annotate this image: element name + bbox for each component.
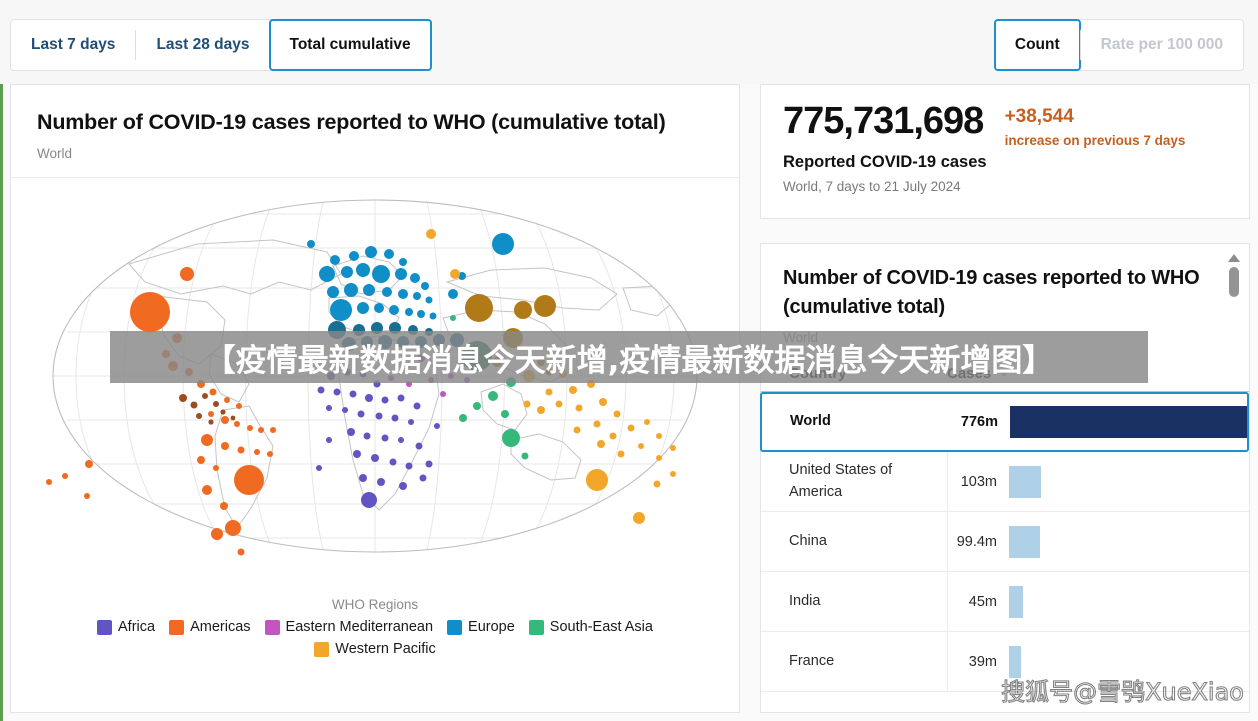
tab-total-cumulative[interactable]: Total cumulative [268,19,432,71]
legend-item-south-east-asia[interactable]: South-East Asia [528,619,653,636]
measure-tab-group: Count Rate per 100 000 [993,19,1244,71]
table-body: World 776m United States of America 103m… [760,392,1249,692]
column-header-country[interactable]: Country [789,365,947,382]
legend-swatch-south-east-asia [528,619,544,635]
country-table-card: Number of COVID-19 cases reported to WHO… [760,243,1250,713]
row-column-divider [947,572,948,631]
map-card-title: Number of COVID-19 cases reported to WHO… [37,110,666,134]
legend-swatch-europe [447,619,463,635]
scrollbar-thumb[interactable] [1228,267,1239,297]
tab-last-7-days[interactable]: Last 7 days [10,19,136,71]
row-cases: 45m [968,593,997,610]
row-bar-wrap [1009,465,1249,498]
row-bar-wrap [1009,645,1249,678]
row-column-divider [947,512,948,571]
row-bar-wrap [1010,406,1247,438]
table-column-header: Country Cases [761,355,1249,392]
page-left-accent [0,0,3,721]
stat-delta-block: +38,544 increase on previous 7 days [1005,102,1186,148]
row-country: France [789,652,835,669]
legend-item-eastern-mediterranean[interactable]: Eastern Mediterranean [264,619,434,636]
legend-item-americas[interactable]: Americas [169,619,251,636]
column-header-cases[interactable]: Cases [947,365,1011,382]
row-country: World [790,413,831,430]
legend-row-1: Africa Americas Eastern Mediterranean Eu… [11,619,739,635]
tab-last-28-days[interactable]: Last 28 days [135,19,270,71]
row-bar [1010,406,1247,438]
stat-card: 775,731,698 Reported COVID-19 cases Worl… [760,84,1250,219]
row-bar [1009,645,1021,678]
legend-label-south-east-asia: South-East Asia [549,619,653,636]
row-country: India [789,592,821,609]
legend-label-western-pacific: Western Pacific [335,641,436,658]
row-cases: 776m [960,414,998,430]
row-bar [1009,525,1040,558]
tab-count[interactable]: Count [993,19,1081,71]
row-cases: 39m [968,653,997,670]
table-row[interactable]: China 99.4m [761,512,1249,572]
tab-rate-per-100000[interactable]: Rate per 100 000 [1080,19,1244,71]
table-row[interactable]: France 39m [761,632,1249,692]
row-bar-wrap [1009,585,1249,618]
legend-title: WHO Regions [331,597,419,613]
stat-primary: 775,731,698 Reported COVID-19 cases Worl… [783,102,987,194]
scroll-up-arrow-icon[interactable] [1227,254,1240,262]
legend-item-africa[interactable]: Africa [97,619,155,635]
row-bar [1009,585,1023,618]
row-column-divider [947,632,948,691]
map-card-subtitle: World [37,146,73,162]
table-row[interactable]: India 45m [761,572,1249,632]
stat-scope: World, 7 days to 21 July 2024 [783,179,961,194]
world-map-svg[interactable] [11,178,739,578]
legend-swatch-americas [169,619,185,635]
map-card-header: Number of COVID-19 cases reported to WHO… [11,85,739,179]
map-body[interactable]: WHO Regions Africa Americas Eastern Medi… [11,178,739,671]
stat-value: 775,731,698 [783,100,984,142]
table-row[interactable]: World 776m [760,392,1249,452]
row-country: United States of America [789,462,893,500]
table-row[interactable]: United States of America 103m [761,452,1249,512]
row-bar [1009,465,1041,498]
sort-descending-icon[interactable] [998,370,1011,377]
row-column-divider [947,452,948,511]
row-cases: 99.4m [956,533,997,550]
table-card-title: Number of COVID-19 cases reported to WHO… [783,267,1200,318]
toolbar: Last 7 days Last 28 days Total cumulativ… [0,0,1258,84]
stat-label: Reported COVID-19 cases [783,153,987,171]
row-country: China [789,532,827,549]
row-bar-wrap [1009,525,1249,558]
legend-item-europe[interactable]: Europe [447,619,515,635]
legend-label-eastern-mediterranean: Eastern Mediterranean [285,619,434,636]
stat-delta-value: +38,544 [1004,106,1074,127]
period-tab-group: Last 7 days Last 28 days Total cumulativ… [10,19,432,71]
legend-label-europe: Europe [468,619,515,636]
legend-swatch-eastern-mediterranean [264,619,280,635]
legend-label-africa: Africa [118,619,156,636]
world-bubble-map[interactable] [11,178,739,578]
map-legend: WHO Regions Africa Americas Eastern Medi… [11,597,739,657]
stat-delta-note: increase on previous 7 days [1004,132,1186,148]
legend-swatch-western-pacific [314,641,330,657]
legend-label-americas: Americas [190,619,251,636]
legend-swatch-africa [97,619,113,635]
table-card-header: Number of COVID-19 cases reported to WHO… [761,244,1249,355]
table-card-subtitle: World [783,330,819,345]
column-header-cases-label: Cases [947,365,992,382]
legend-item-western-pacific[interactable]: Western Pacific [314,641,436,658]
map-card: Number of COVID-19 cases reported to WHO… [10,84,740,713]
legend-row-2: Western Pacific [11,641,739,657]
row-cases: 103m [960,473,997,490]
table-scrollbar[interactable] [1227,254,1240,554]
dashboard-page: Last 7 days Last 28 days Total cumulativ… [0,0,1258,721]
